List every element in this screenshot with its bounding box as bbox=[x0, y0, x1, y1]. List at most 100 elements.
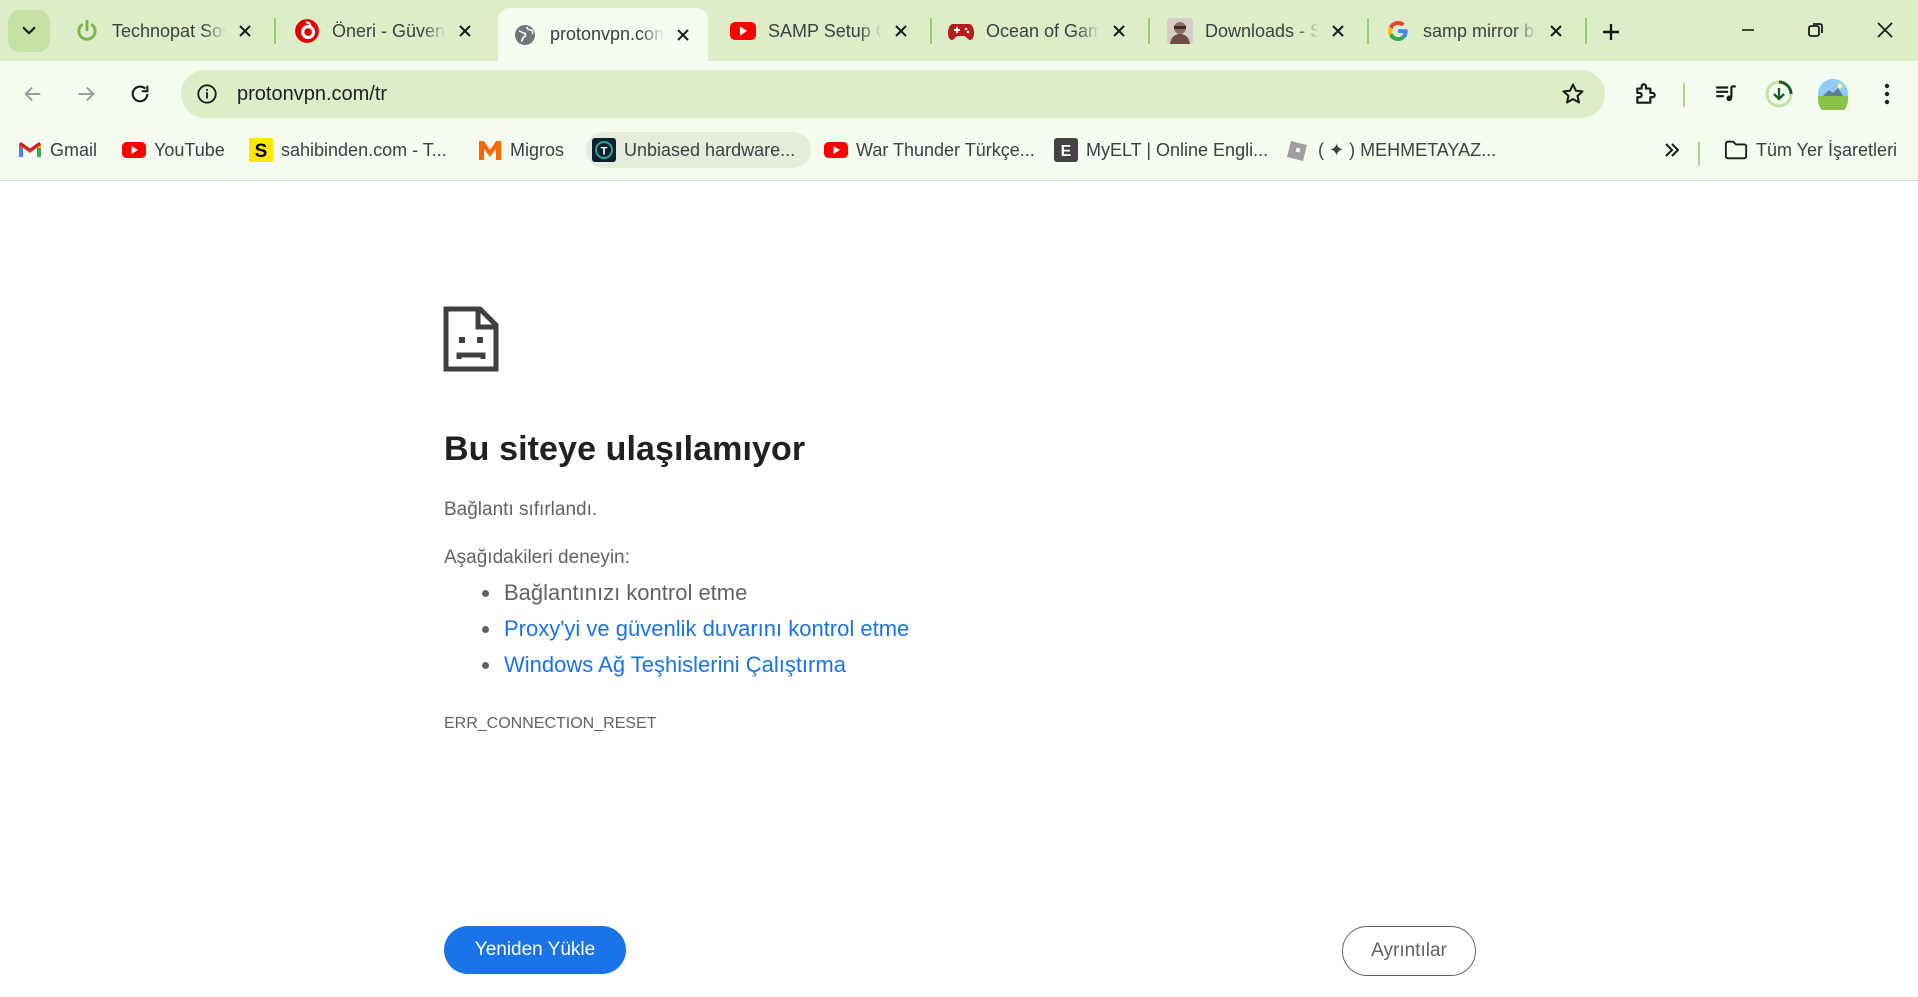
plus-icon bbox=[1603, 24, 1619, 40]
tab-title: SAMP Setup Guide bbox=[768, 20, 882, 41]
bookmark-label: sahibinden.com - T... bbox=[281, 139, 447, 160]
youtube-icon bbox=[824, 138, 848, 162]
star-icon[interactable] bbox=[1557, 78, 1589, 110]
avatar-icon bbox=[1167, 18, 1193, 44]
toolbar: protonvpn.com/tr bbox=[0, 61, 1918, 127]
arrow-left-icon bbox=[24, 86, 41, 102]
error-title: Bu siteye ulaşılamıyor bbox=[444, 430, 806, 468]
sad-page-icon bbox=[443, 306, 499, 372]
tab-title: samp mirror başka bbox=[1423, 20, 1537, 41]
all-bookmarks-label: Tüm Yer İşaretleri bbox=[1756, 139, 1898, 160]
tab-separator bbox=[1148, 18, 1150, 44]
restore-icon bbox=[1808, 23, 1823, 37]
bookmark-myelt[interactable]: E MyELT | Online Engli... bbox=[1048, 132, 1274, 168]
techpowerup-icon: T bbox=[592, 138, 616, 162]
bookmark-mehmetayaz[interactable]: ( ✦ ) MEHMETAYAZ... bbox=[1280, 132, 1502, 168]
address-bar[interactable]: protonvpn.com/tr bbox=[181, 70, 1605, 118]
bookmark-migros[interactable]: Migros bbox=[472, 132, 570, 168]
arrow-right-icon bbox=[78, 86, 95, 102]
close-icon[interactable] bbox=[672, 24, 694, 46]
tab-separator bbox=[1585, 18, 1587, 44]
bookmarks-separator bbox=[1698, 142, 1700, 166]
downloads-button[interactable] bbox=[1757, 72, 1801, 116]
myelt-icon: E bbox=[1054, 138, 1078, 162]
youtube-icon bbox=[730, 18, 756, 44]
bookmark-techpowerup[interactable]: T Unbiased hardware... bbox=[586, 132, 812, 168]
minimize-icon bbox=[1742, 29, 1754, 31]
suggestion-check-proxy[interactable]: Proxy'yi ve güvenlik duvarını kontrol et… bbox=[444, 614, 909, 650]
power-icon bbox=[74, 18, 100, 44]
google-icon bbox=[1385, 18, 1411, 44]
new-tab-button[interactable] bbox=[1593, 14, 1629, 50]
network-diagnostics-link[interactable]: Windows Ağ Teşhislerini Çalıştırma bbox=[504, 652, 846, 677]
tab-samp-setup[interactable]: SAMP Setup Guide bbox=[716, 8, 926, 54]
tab-title: Technopat Sosyal bbox=[112, 20, 226, 41]
tab-protonvpn[interactable]: protonvpn.com/tr bbox=[498, 8, 708, 61]
error-code: ERR_CONNECTION_RESET bbox=[444, 715, 657, 732]
tab-samp-mirror[interactable]: samp mirror başka bbox=[1371, 8, 1581, 54]
profile-button[interactable] bbox=[1811, 72, 1855, 116]
migros-icon bbox=[478, 138, 502, 162]
suggestion-text: Bağlantınızı kontrol etme bbox=[504, 580, 748, 605]
all-bookmarks-button[interactable]: Tüm Yer İşaretleri bbox=[1718, 132, 1903, 168]
tab-ocean-of-games[interactable]: Ocean of Games bbox=[934, 8, 1144, 54]
close-icon[interactable] bbox=[1327, 20, 1349, 42]
close-icon[interactable] bbox=[1545, 20, 1567, 42]
bookmark-label: War Thunder Türkçe... bbox=[856, 139, 1035, 160]
reload-icon bbox=[131, 85, 149, 103]
tab-strip: Technopat Sosyal Öneri - Güvenli protonv… bbox=[0, 0, 1918, 61]
extensions-button[interactable] bbox=[1624, 72, 1668, 116]
suggestions-list: Bağlantınızı kontrol etme Proxy'yi ve gü… bbox=[444, 578, 909, 686]
tab-search-button[interactable] bbox=[8, 10, 50, 52]
close-icon[interactable] bbox=[454, 20, 476, 42]
bookmark-sahibinden[interactable]: S sahibinden.com - T... bbox=[243, 132, 453, 168]
reload-button[interactable] bbox=[118, 72, 162, 116]
bookmark-label: Gmail bbox=[50, 139, 98, 160]
suggestions-label: Aşağıdakileri deneyin: bbox=[444, 547, 630, 568]
tab-title: protonvpn.com/tr bbox=[550, 24, 664, 44]
svg-text:T: T bbox=[601, 146, 608, 158]
more-bookmarks-button[interactable] bbox=[1652, 132, 1692, 168]
close-icon[interactable] bbox=[890, 20, 912, 42]
tab-downloads[interactable]: Downloads - SA-MP bbox=[1153, 8, 1363, 54]
window-close-button[interactable] bbox=[1855, 8, 1915, 52]
toolbar-separator bbox=[1683, 83, 1685, 107]
media-control-button[interactable] bbox=[1704, 72, 1748, 116]
minimize-button[interactable] bbox=[1718, 8, 1778, 52]
restore-button[interactable] bbox=[1786, 8, 1846, 52]
more-vertical-icon bbox=[1884, 83, 1890, 105]
back-button[interactable] bbox=[11, 72, 55, 116]
site-info-icon[interactable] bbox=[185, 72, 229, 116]
menu-button[interactable] bbox=[1865, 72, 1909, 116]
bookmark-label: Unbiased hardware... bbox=[624, 139, 796, 160]
bookmark-youtube[interactable]: YouTube bbox=[116, 132, 231, 168]
close-icon bbox=[1877, 22, 1893, 38]
tab-oneri[interactable]: Öneri - Güvenli bbox=[280, 8, 490, 54]
tab-technopat[interactable]: Technopat Sosyal bbox=[60, 8, 270, 54]
chevron-down-icon bbox=[22, 26, 36, 35]
error-page: Bu siteye ulaşılamıyor Bağlantı sıfırlan… bbox=[0, 182, 1918, 997]
tab-separator bbox=[274, 18, 276, 44]
queue-music-icon bbox=[1716, 85, 1736, 102]
address-url[interactable]: protonvpn.com/tr bbox=[237, 83, 387, 106]
bookmark-war-thunder[interactable]: War Thunder Türkçe... bbox=[818, 132, 1041, 168]
close-icon[interactable] bbox=[1108, 20, 1130, 42]
proxy-firewall-link[interactable]: Proxy'yi ve güvenlik duvarını kontrol et… bbox=[504, 616, 909, 641]
bookmark-label: ( ✦ ) MEHMETAYAZ... bbox=[1318, 139, 1497, 160]
bookmarks-bar: Gmail YouTube S sahibinden.com - T... Mi… bbox=[0, 127, 1918, 181]
error-description: Bağlantı sıfırlandı. bbox=[444, 499, 598, 520]
chevron-double-right-icon bbox=[1665, 143, 1680, 157]
svg-text:S: S bbox=[255, 141, 268, 162]
forward-button[interactable] bbox=[64, 72, 108, 116]
sahibinden-icon: S bbox=[249, 138, 273, 162]
tab-title: Öneri - Güvenli bbox=[332, 20, 446, 41]
reload-page-button[interactable]: Yeniden Yükle bbox=[444, 926, 626, 974]
suggestion-check-connection: Bağlantınızı kontrol etme bbox=[444, 578, 909, 614]
tab-separator bbox=[1367, 18, 1369, 44]
bookmark-label: Migros bbox=[510, 139, 565, 160]
suggestion-network-diagnostics[interactable]: Windows Ağ Teşhislerini Çalıştırma bbox=[444, 650, 909, 686]
tab-separator bbox=[930, 18, 932, 44]
bookmark-gmail[interactable]: Gmail bbox=[12, 132, 103, 168]
close-icon[interactable] bbox=[234, 20, 256, 42]
details-button[interactable]: Ayrıntılar bbox=[1342, 926, 1476, 976]
